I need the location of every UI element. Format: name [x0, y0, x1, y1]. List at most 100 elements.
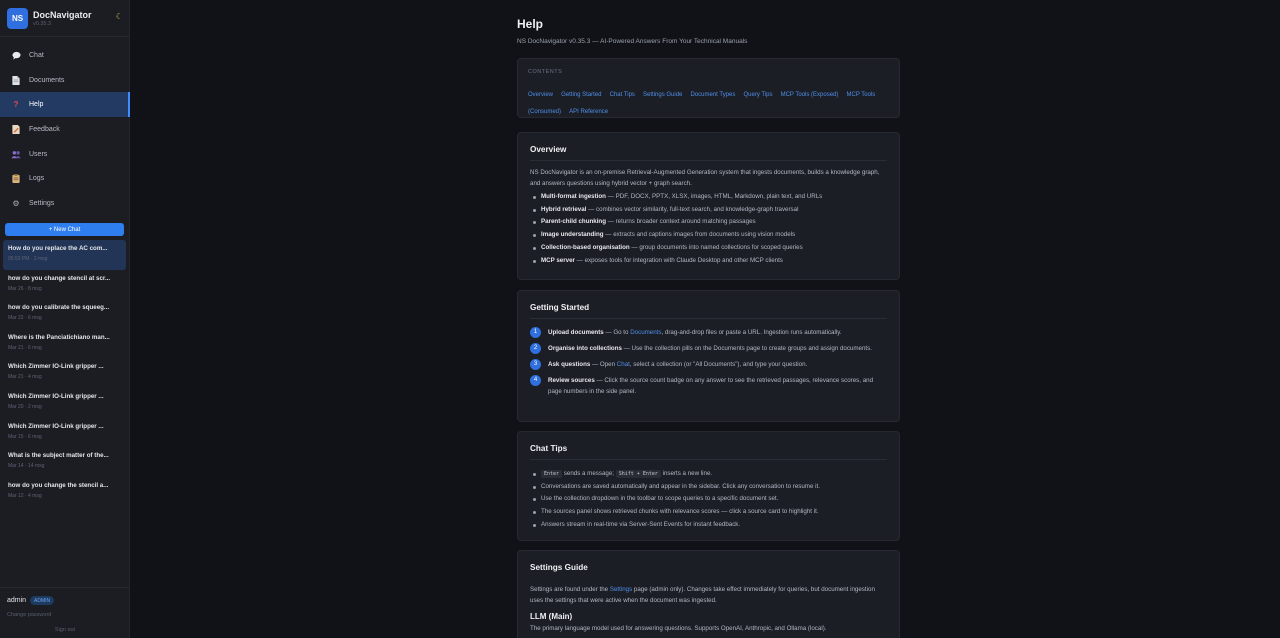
logs-icon	[11, 174, 21, 184]
change-password-link[interactable]: Change password	[7, 612, 51, 618]
settings-link[interactable]: Settings	[610, 586, 632, 593]
section-title: Getting Started	[530, 303, 887, 319]
conversation-meta: Mar 20 · 2 msg	[8, 403, 42, 410]
tips-list: Enter sends a message; Shift + Enter ins…	[530, 468, 887, 532]
nav-label: Users	[29, 150, 48, 158]
conversation-item[interactable]: Where is the Panciatichiano man... Mar 2…	[3, 329, 126, 359]
conversation-item[interactable]: how do you change stencil at scr... Mar …	[3, 270, 126, 300]
main-content: Help NS DocNavigator v0.35.3 — AI-Powere…	[131, 0, 1280, 638]
conversation-meta: Mar 21 · 6 msg	[8, 344, 42, 351]
list-item: Conversations are saved automatically an…	[530, 481, 887, 494]
toc-link-chat-tips[interactable]: Chat Tips	[610, 92, 635, 98]
username: admin	[7, 597, 27, 604]
conversation-item[interactable]: Which Zimmer IO-Link gripper ... Mar 20 …	[3, 388, 126, 418]
nav-label: Logs	[29, 175, 45, 183]
conversation-title: Which Zimmer IO-Link gripper ...	[8, 422, 104, 430]
conversation-title: Which Zimmer IO-Link gripper ...	[8, 363, 104, 371]
section-title: Overview	[530, 145, 887, 161]
conversation-item[interactable]: How do you replace the AC com... 05:52 P…	[3, 240, 126, 270]
conversation-meta: 05:52 PM · 2 msg	[8, 256, 48, 262]
toc-link-query-tips[interactable]: Query Tips	[743, 92, 772, 98]
list-item: Answers stream in real-time via Server-S…	[530, 519, 887, 532]
toc-heading: CONTENTS	[528, 69, 563, 75]
conversation-meta: Mar 14 · 14 msg	[8, 463, 45, 470]
toc-link-getting-started[interactable]: Getting Started	[561, 92, 601, 98]
conversation-list: How do you replace the AC com... 05:52 P…	[3, 240, 126, 506]
step-item: 1 Upload documents — Go to Documents, dra…	[530, 327, 887, 338]
settings-intro: Settings are found under the Settings pa…	[530, 586, 875, 604]
conversation-item[interactable]: how do you calibrate the squeeg... Mar 2…	[3, 299, 126, 329]
conversation-meta: Mar 15 · 6 msg	[8, 433, 42, 440]
toc-link-overview[interactable]: Overview	[528, 92, 553, 98]
toc-link-settings-guide[interactable]: Settings Guide	[643, 92, 682, 98]
nav-label: Feedback	[29, 125, 60, 133]
conversation-title: how do you change the stencil a...	[8, 481, 109, 489]
documents-link[interactable]: Documents	[630, 329, 661, 336]
table-of-contents: CONTENTS Overview Getting Started Chat T…	[517, 58, 900, 118]
help-icon: ?	[13, 100, 19, 110]
nav-item-users[interactable]: Users	[0, 142, 130, 167]
role-badge: ADMIN	[30, 596, 55, 605]
new-chat-button[interactable]: + New Chat	[5, 223, 124, 236]
subsection-title: LLM (Main)	[530, 612, 573, 621]
sidebar: NS DocNavigator v0.35.3 ☾ Chat Documents…	[0, 0, 130, 638]
toc-link-api-reference[interactable]: API Reference	[569, 109, 608, 115]
document-icon	[11, 75, 21, 85]
chat-icon	[11, 50, 21, 60]
moon-icon[interactable]: ☾	[116, 12, 123, 21]
list-item: Multi-format ingestion — PDF, DOCX, PPTX…	[530, 191, 887, 204]
sign-out-button[interactable]: Sign out	[0, 627, 130, 633]
list-item: The sources panel shows retrieved chunks…	[530, 506, 887, 519]
nav-item-chat[interactable]: Chat	[0, 43, 130, 68]
app-version: v0.35.3	[33, 21, 52, 27]
list-item: Collection-based organisation — group do…	[530, 242, 887, 255]
kbd: Shift + Enter	[615, 470, 661, 478]
conversation-item[interactable]: What is the subject matter of the... Mar…	[3, 447, 126, 477]
conversation-title: How do you replace the AC com...	[8, 245, 108, 252]
users-icon	[11, 149, 21, 159]
conversation-item[interactable]: how do you change the stencil a... Mar 1…	[3, 477, 126, 507]
step-item: 2 Organise into collections — Use the col…	[530, 343, 887, 354]
nav-item-help[interactable]: ? Help	[0, 92, 130, 118]
toc-link-mcp-exposed[interactable]: MCP Tools (Exposed)	[781, 92, 839, 98]
llm-description: The primary language model used for answ…	[530, 625, 827, 632]
steps-list: 1 Upload documents — Go to Documents, dra…	[530, 327, 887, 397]
conversation-item[interactable]: Which Zimmer IO-Link gripper ... Mar 21 …	[3, 358, 126, 388]
page-subtitle: NS DocNavigator v0.35.3 — AI-Powered Ans…	[517, 38, 748, 45]
app-name: DocNavigator	[33, 10, 92, 20]
conversation-item[interactable]: Which Zimmer IO-Link gripper ... Mar 15 …	[3, 418, 126, 448]
section-title: Settings Guide	[530, 563, 588, 572]
list-item: Use the collection dropdown in the toolb…	[530, 493, 887, 506]
conversation-meta: Mar 26 · 8 msg	[8, 285, 42, 292]
conversation-title: how do you change stencil at scr...	[8, 274, 111, 282]
nav-item-logs[interactable]: Logs	[0, 166, 130, 191]
step-item: 4 Review sources — Click the source count…	[530, 375, 887, 397]
chat-link[interactable]: Chat	[617, 361, 630, 368]
list-item: MCP server — exposes tools for integrati…	[530, 255, 887, 268]
user-panel: admin ADMIN Change password Sign out	[0, 587, 130, 638]
list-item: Hybrid retrieval — combines vector simil…	[530, 204, 887, 217]
nav-item-feedback[interactable]: Feedback	[0, 117, 130, 142]
conversation-title: Which Zimmer IO-Link gripper ...	[8, 392, 104, 400]
overview-intro: NS DocNavigator is an on-premise Retriev…	[530, 169, 880, 187]
brand: NS DocNavigator v0.35.3 ☾	[7, 8, 125, 30]
main-nav: Chat Documents ? Help Feedback Users Log…	[0, 43, 130, 216]
chat-tips-section: Chat Tips Enter sends a message; Shift +…	[517, 431, 900, 541]
list-item: Image understanding — extracts and capti…	[530, 229, 887, 242]
list-item: Enter sends a message; Shift + Enter ins…	[530, 468, 887, 481]
conversation-title: What is the subject matter of the...	[8, 452, 109, 460]
nav-item-documents[interactable]: Documents	[0, 68, 130, 93]
section-title: Chat Tips	[530, 444, 887, 460]
nav-label: Settings	[29, 199, 55, 207]
nav-label: Help	[29, 101, 44, 109]
settings-guide-section: Settings Guide Settings are found under …	[517, 550, 900, 638]
page-title: Help	[517, 17, 544, 31]
overview-section: Overview NS DocNavigator is an on-premis…	[517, 132, 900, 280]
conversation-meta: Mar 21 · 4 msg	[8, 374, 42, 381]
feedback-icon	[11, 124, 21, 134]
toc-link-document-types[interactable]: Document Types	[690, 92, 735, 98]
nav-item-settings[interactable]: ⚙ Settings	[0, 191, 130, 216]
toc-links: Overview Getting Started Chat Tips Setti…	[528, 86, 878, 120]
app-logo[interactable]: NS	[7, 8, 28, 29]
conversation-title: Where is the Panciatichiano man...	[8, 333, 110, 341]
